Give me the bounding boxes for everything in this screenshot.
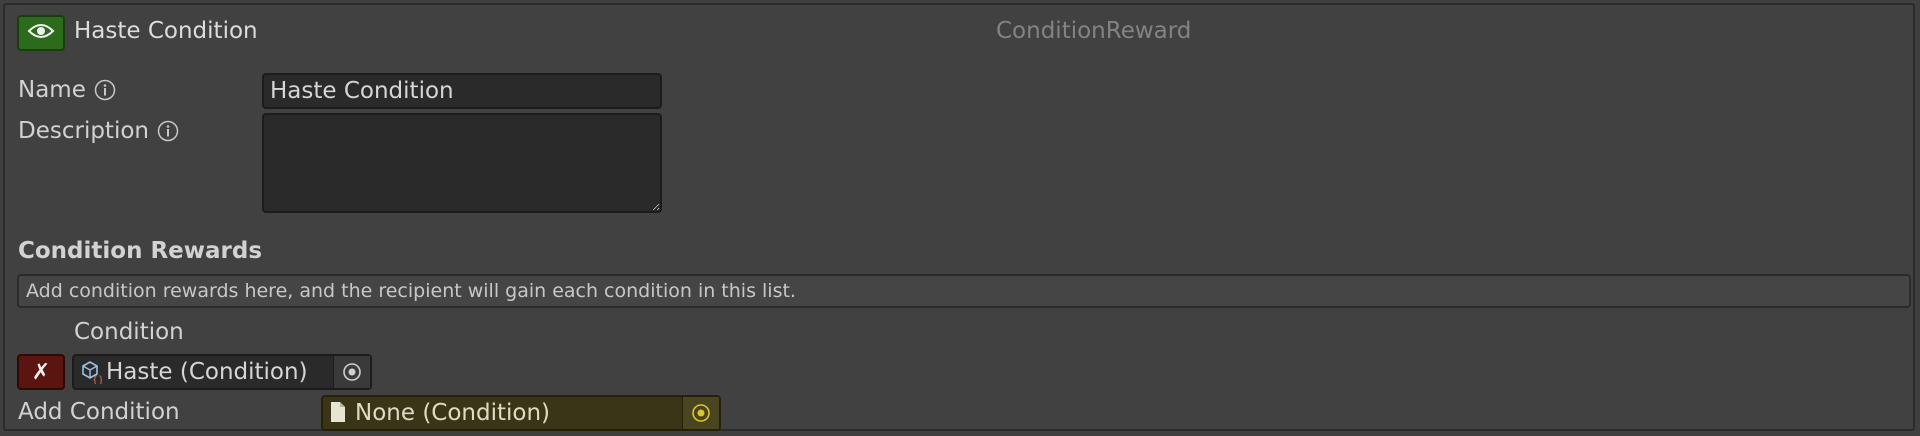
object-picker-button[interactable] <box>682 397 719 429</box>
section-title: Condition Rewards <box>18 238 263 264</box>
description-label: Description <box>18 116 179 146</box>
info-icon[interactable] <box>94 79 116 101</box>
name-label: Name <box>18 75 116 105</box>
help-box: Add condition rewards here, and the reci… <box>17 274 1911 308</box>
add-condition-object-field[interactable]: None (Condition) <box>321 395 721 431</box>
condition-value: Haste (Condition) <box>106 359 308 385</box>
target-icon <box>343 363 361 381</box>
inspector-panel: Haste Condition ConditionReward Name Des… <box>3 3 1915 431</box>
add-condition-label: Add Condition <box>18 397 180 427</box>
name-label-text: Name <box>18 77 86 103</box>
description-label-text: Description <box>18 118 149 144</box>
visibility-toggle-button[interactable] <box>17 15 65 51</box>
add-condition-label-text: Add Condition <box>18 399 180 425</box>
eye-icon <box>27 22 55 44</box>
scriptable-object-icon: {} <box>80 360 102 384</box>
name-field[interactable] <box>262 73 662 109</box>
object-title: Haste Condition <box>74 18 258 44</box>
document-icon <box>329 401 351 425</box>
add-condition-value: None (Condition) <box>355 400 551 426</box>
description-field[interactable] <box>262 113 662 213</box>
column-header-condition: Condition <box>74 319 184 345</box>
condition-object-field[interactable]: {} Haste (Condition) <box>72 354 372 390</box>
info-icon[interactable] <box>157 120 179 142</box>
target-icon <box>692 404 710 422</box>
object-picker-button[interactable] <box>333 356 370 388</box>
delete-condition-button[interactable]: ✗ <box>17 354 65 390</box>
svg-text:{}: {} <box>92 375 102 384</box>
object-type-label: ConditionReward <box>996 18 1192 44</box>
